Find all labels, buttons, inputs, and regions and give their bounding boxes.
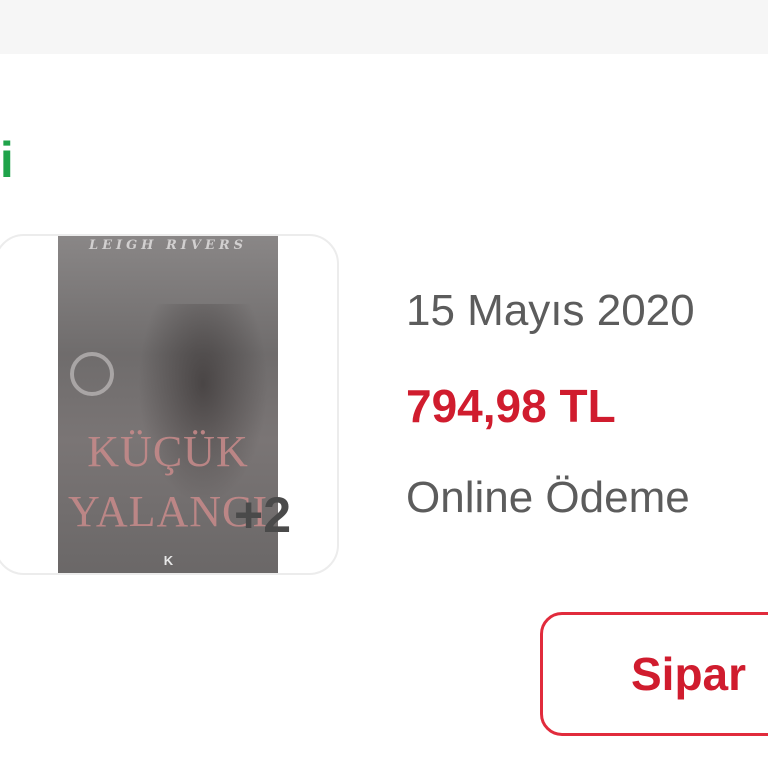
cover-title-line-1: KÜÇÜK [87,427,249,476]
publisher-logo: K [163,553,173,568]
gas-mask-illustration [70,352,114,396]
payment-method: Online Ödeme [406,473,690,522]
order-products-thumbnail[interactable]: LEIGH RIVERS KÜÇÜK YALANCI K +2 [0,234,339,575]
more-items-count: +2 [234,487,292,543]
cover-author: LEIGH RIVERS [88,238,248,253]
order-status-text: li [0,132,14,188]
order-details-button[interactable]: Sipar [540,612,768,736]
top-bar [0,0,768,54]
order-status-label: li [0,130,14,190]
order-date: 15 Mayıs 2020 [406,286,695,335]
order-total-price: 794,98 TL [406,380,616,432]
